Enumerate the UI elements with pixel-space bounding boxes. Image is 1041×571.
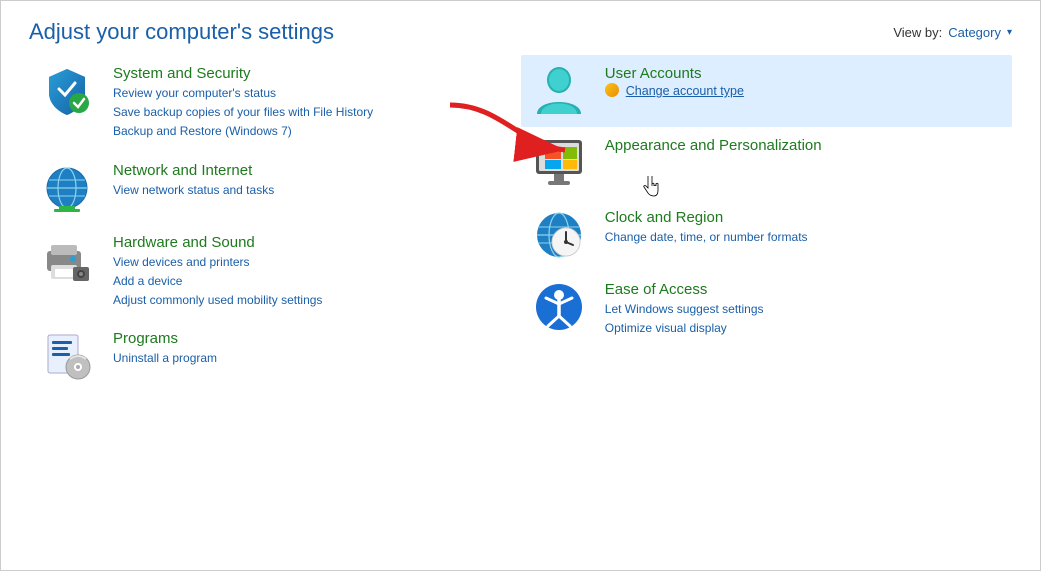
add-device-link[interactable]: Add a device bbox=[113, 272, 483, 291]
user-accounts-icon bbox=[531, 64, 587, 118]
optimize-display-link[interactable]: Optimize visual display bbox=[605, 319, 1004, 338]
hardware-icon bbox=[39, 237, 95, 283]
view-by-control[interactable]: View by: Category ▾ bbox=[893, 25, 1012, 40]
devices-link[interactable]: View devices and printers bbox=[113, 253, 483, 272]
change-account-type-link[interactable]: Change account type bbox=[626, 84, 744, 98]
network-icon bbox=[41, 162, 93, 214]
network-text: Network and Internet View network status… bbox=[113, 162, 483, 200]
category-item-ease: Ease of Access Let Windows suggest setti… bbox=[521, 271, 1012, 348]
category-item-system-security: System and Security Review your computer… bbox=[29, 55, 491, 152]
left-panel: System and Security Review your computer… bbox=[29, 55, 511, 392]
programs-title[interactable]: Programs bbox=[113, 330, 483, 347]
review-status-link[interactable]: Review your computer's status bbox=[113, 84, 483, 103]
right-panel: User Accounts Change account type bbox=[511, 55, 1012, 392]
page-title: Adjust your computer's settings bbox=[29, 19, 334, 45]
network-icon-container bbox=[37, 162, 97, 214]
clock-icon bbox=[534, 210, 584, 260]
clock-title[interactable]: Clock and Region bbox=[605, 209, 1004, 226]
datetime-link[interactable]: Change date, time, or number formats bbox=[605, 228, 1004, 247]
view-by-value[interactable]: Category bbox=[948, 25, 1001, 40]
chevron-down-icon[interactable]: ▾ bbox=[1007, 27, 1012, 38]
system-security-title[interactable]: System and Security bbox=[113, 65, 483, 82]
hardware-icon-container bbox=[37, 234, 97, 286]
appearance-icon bbox=[532, 138, 586, 188]
programs-icon-container bbox=[37, 330, 97, 382]
category-item-programs: Programs Uninstall a program bbox=[29, 320, 491, 392]
main-content: System and Security Review your computer… bbox=[1, 55, 1040, 392]
windows-suggest-link[interactable]: Let Windows suggest settings bbox=[605, 300, 1004, 319]
mobility-link[interactable]: Adjust commonly used mobility settings bbox=[113, 291, 483, 310]
programs-text: Programs Uninstall a program bbox=[113, 330, 483, 368]
ease-title[interactable]: Ease of Access bbox=[605, 281, 1004, 298]
clock-icon-container bbox=[529, 209, 589, 261]
hardware-title[interactable]: Hardware and Sound bbox=[113, 234, 483, 251]
uninstall-link[interactable]: Uninstall a program bbox=[113, 349, 483, 368]
system-security-icon-container bbox=[37, 65, 97, 117]
category-item-network: Network and Internet View network status… bbox=[29, 152, 491, 224]
backup-restore-link[interactable]: Backup and Restore (Windows 7) bbox=[113, 122, 483, 141]
file-history-link[interactable]: Save backup copies of your files with Fi… bbox=[113, 103, 483, 122]
ease-text: Ease of Access Let Windows suggest setti… bbox=[605, 281, 1004, 338]
appearance-text: Appearance and Personalization bbox=[605, 137, 1004, 156]
system-security-text: System and Security Review your computer… bbox=[113, 65, 483, 142]
ease-icon-container bbox=[529, 281, 589, 333]
category-item-user-accounts: User Accounts Change account type bbox=[521, 55, 1012, 127]
category-item-hardware: Hardware and Sound View devices and prin… bbox=[29, 224, 491, 321]
ease-of-access-icon bbox=[534, 282, 584, 332]
user-accounts-title[interactable]: User Accounts bbox=[605, 65, 1004, 82]
view-by-label: View by: bbox=[893, 25, 942, 40]
category-item-appearance: Appearance and Personalization bbox=[521, 127, 1012, 199]
network-status-link[interactable]: View network status and tasks bbox=[113, 181, 483, 200]
appearance-title[interactable]: Appearance and Personalization bbox=[605, 137, 1004, 154]
uac-shield-icon bbox=[605, 83, 619, 97]
appearance-icon-container bbox=[529, 137, 589, 189]
clock-text: Clock and Region Change date, time, or n… bbox=[605, 209, 1004, 247]
category-item-clock: Clock and Region Change date, time, or n… bbox=[521, 199, 1012, 271]
user-accounts-text: User Accounts Change account type bbox=[605, 65, 1004, 98]
page-header: Adjust your computer's settings View by:… bbox=[1, 1, 1040, 55]
hardware-text: Hardware and Sound View devices and prin… bbox=[113, 234, 483, 311]
network-title[interactable]: Network and Internet bbox=[113, 162, 483, 179]
shield-icon bbox=[41, 65, 93, 117]
user-accounts-icon-container bbox=[529, 65, 589, 117]
programs-icon bbox=[42, 331, 92, 381]
